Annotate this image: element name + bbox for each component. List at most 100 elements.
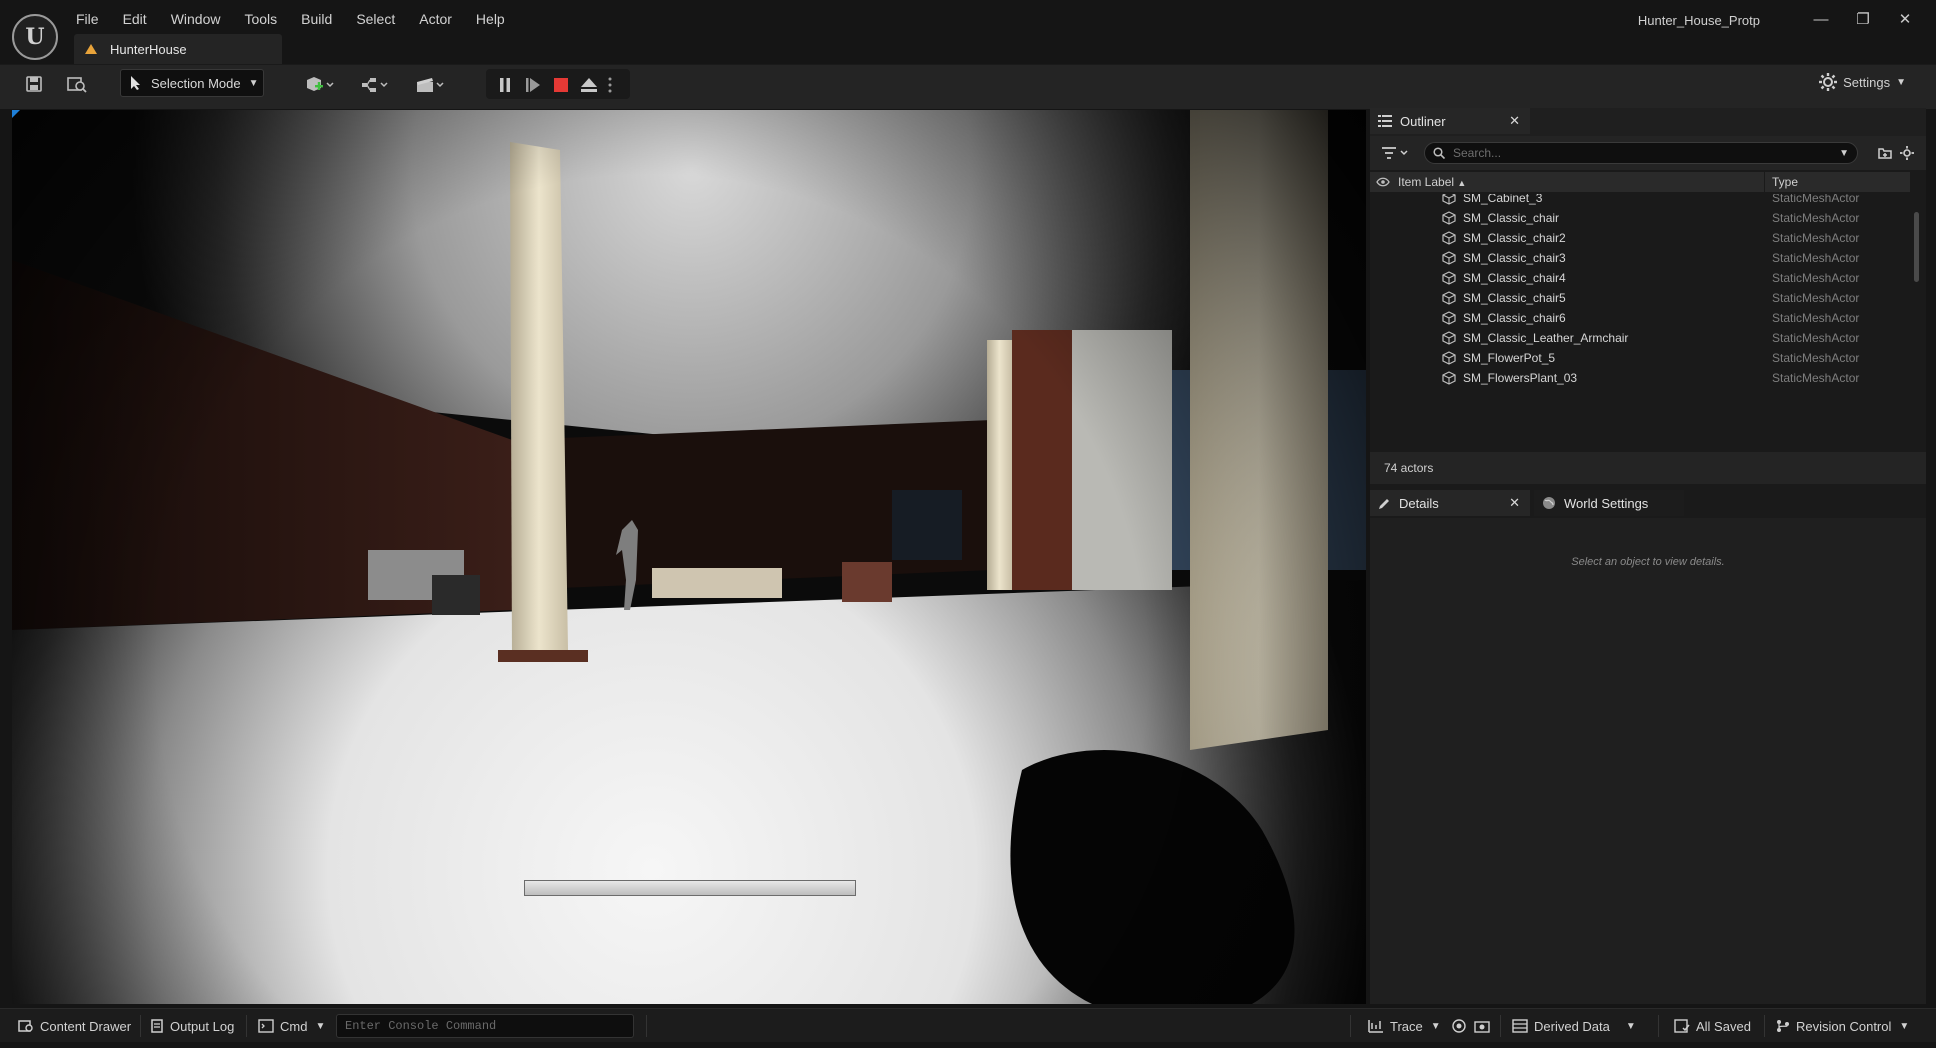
- outliner-row-name: SM_Classic_chair2: [1463, 231, 1566, 245]
- close-icon[interactable]: ✕: [1509, 113, 1520, 129]
- filter-icon[interactable]: [1382, 146, 1412, 160]
- chevron-down-icon[interactable]: ▼: [1839, 148, 1849, 159]
- outliner-row[interactable]: SM_Cabinet_3 StaticMeshActor: [1370, 194, 1910, 208]
- static-mesh-icon: [1442, 291, 1456, 305]
- unreal-logo-icon[interactable]: U: [12, 14, 58, 60]
- cinematics-icon[interactable]: [410, 73, 450, 97]
- outliner-row[interactable]: SM_Classic_chair2 StaticMeshActor: [1370, 228, 1910, 248]
- cursor-icon: [131, 76, 140, 90]
- details-tab-label: Details: [1399, 495, 1439, 511]
- right-panel: Outliner ✕ ▼ Item Label ▲ Type SM_Cabine…: [1370, 108, 1926, 1004]
- outliner-row-name: SM_FlowersPlant_03: [1463, 371, 1578, 385]
- eject-icon[interactable]: [576, 73, 602, 97]
- browse-content-icon[interactable]: [64, 72, 90, 96]
- outliner-row[interactable]: SM_FlowerPot_5 StaticMeshActor: [1370, 348, 1910, 368]
- static-mesh-icon: [1442, 311, 1456, 325]
- window-title: Hunter_House_Protp: [1637, 13, 1760, 28]
- menu-tools[interactable]: Tools: [232, 8, 289, 30]
- close-icon[interactable]: ✕: [1888, 6, 1922, 32]
- menu-edit[interactable]: Edit: [111, 8, 159, 30]
- outliner-status: 74 actors: [1370, 452, 1926, 484]
- chevron-down-icon: ▼: [1625, 1020, 1636, 1032]
- level-tab[interactable]: HunterHouse: [74, 34, 282, 64]
- outliner-row-name: SM_Classic_chair5: [1463, 291, 1566, 305]
- frame-skip-icon[interactable]: [520, 73, 546, 97]
- column-item-label[interactable]: Item Label ▲: [1398, 175, 1466, 189]
- add-folder-icon[interactable]: [1878, 146, 1892, 160]
- outliner-row[interactable]: SM_Classic_chair4 StaticMeshActor: [1370, 268, 1910, 288]
- settings-label: Settings: [1843, 74, 1891, 90]
- outliner-row[interactable]: SM_Modern_Sofa_2StaticMeshActor: [1370, 388, 1910, 390]
- console-command-box[interactable]: [336, 1014, 634, 1038]
- outliner-row-type: StaticMeshActor: [1772, 331, 1860, 345]
- outliner-row-type: StaticMeshActor: [1772, 231, 1860, 245]
- menu-window[interactable]: Window: [159, 8, 233, 30]
- outliner-row[interactable]: SM_FlowersPlant_03 StaticMeshActor: [1370, 368, 1910, 388]
- stop-icon[interactable]: [548, 73, 574, 97]
- tab-world-settings[interactable]: World Settings: [1534, 490, 1684, 516]
- record-icon[interactable]: [1452, 1016, 1472, 1036]
- add-actor-icon[interactable]: [300, 73, 340, 97]
- output-log-button[interactable]: Output Log: [150, 1016, 234, 1036]
- sort-ascending-icon: ▲: [1457, 178, 1467, 188]
- console-command-input[interactable]: [337, 1015, 633, 1037]
- outliner-row-name: SM_Classic_chair6: [1463, 311, 1566, 325]
- tab-details[interactable]: Details ✕: [1370, 490, 1530, 516]
- content-drawer-button[interactable]: Content Drawer: [18, 1016, 131, 1036]
- pencil-icon: [1379, 498, 1389, 509]
- static-mesh-icon: [1442, 271, 1456, 285]
- visibility-eye-icon[interactable]: [1376, 177, 1390, 187]
- settings-button[interactable]: Settings ▼: [1819, 73, 1906, 91]
- cmd-dropdown[interactable]: Cmd ▼: [258, 1016, 325, 1036]
- static-mesh-icon: [1442, 251, 1456, 265]
- outliner-tab-label: Outliner: [1400, 113, 1446, 129]
- pause-icon[interactable]: [492, 73, 518, 97]
- static-mesh-icon: [1442, 194, 1456, 205]
- globe-icon: [1543, 497, 1555, 509]
- menu-build[interactable]: Build: [289, 8, 344, 30]
- screenshot-icon[interactable]: [1474, 1016, 1496, 1036]
- actor-count: 74 actors: [1384, 461, 1434, 475]
- chevron-down-icon: ▼: [1430, 1020, 1441, 1032]
- outliner-row[interactable]: SM_Classic_chair6 StaticMeshActor: [1370, 308, 1910, 328]
- outliner-row[interactable]: SM_Classic_Leather_Armchair StaticMeshAct…: [1370, 328, 1910, 348]
- derived-data-dropdown[interactable]: Derived Data ▼: [1512, 1016, 1636, 1036]
- outliner-rows: SM_Cabinet_3 StaticMeshActor SM_Classic_ch…: [1370, 194, 1910, 390]
- column-type[interactable]: Type: [1772, 175, 1798, 189]
- details-body: Select an object to view details.: [1370, 518, 1926, 1004]
- outliner-row[interactable]: SM_Classic_chair5 StaticMeshActor: [1370, 288, 1910, 308]
- restore-icon[interactable]: ❐: [1846, 6, 1880, 32]
- menu-select[interactable]: Select: [344, 8, 407, 30]
- selection-mode-dropdown[interactable]: Selection Mode ▼: [120, 69, 264, 97]
- menu-actor[interactable]: Actor: [407, 8, 464, 30]
- level-tab-label: HunterHouse: [110, 41, 187, 57]
- gear-icon[interactable]: [1900, 146, 1914, 160]
- outliner-search-box[interactable]: ▼: [1424, 142, 1858, 164]
- scrollbar-thumb[interactable]: [1914, 212, 1919, 282]
- outliner-scrollbar[interactable]: [1912, 192, 1920, 388]
- trace-dropdown[interactable]: Trace ▼: [1368, 1016, 1441, 1036]
- outliner-row[interactable]: SM_Classic_chair3 StaticMeshActor: [1370, 248, 1910, 268]
- content-drawer-icon: [18, 1020, 33, 1032]
- outliner-row-name: SM_FlowerPot_5: [1463, 351, 1556, 365]
- play-options-icon[interactable]: [604, 73, 616, 97]
- level-viewport[interactable]: [12, 110, 1366, 1004]
- status-bar: Content Drawer Output Log Cmd ▼ Trace ▼ …: [0, 1008, 1936, 1042]
- outliner-row[interactable]: SM_Classic_chair StaticMeshActor: [1370, 208, 1910, 228]
- close-icon[interactable]: ✕: [1509, 495, 1520, 511]
- search-input[interactable]: [1453, 146, 1833, 160]
- save-status-icon: [1674, 1019, 1690, 1033]
- outliner-row-type: StaticMeshActor: [1772, 194, 1860, 205]
- revision-control-label: Revision Control: [1796, 1018, 1892, 1034]
- blueprints-icon[interactable]: [356, 73, 396, 97]
- menu-file[interactable]: File: [64, 8, 111, 30]
- static-mesh-icon: [1442, 351, 1456, 365]
- all-saved-button[interactable]: All Saved: [1674, 1016, 1751, 1036]
- tab-outliner[interactable]: Outliner ✕: [1370, 108, 1530, 134]
- derived-data-icon: [1512, 1019, 1528, 1033]
- revision-control-dropdown[interactable]: Revision Control ▼: [1776, 1016, 1909, 1036]
- save-icon[interactable]: [21, 72, 47, 96]
- menu-help[interactable]: Help: [464, 8, 517, 30]
- minimize-icon[interactable]: —: [1804, 6, 1838, 32]
- world-settings-label: World Settings: [1564, 495, 1649, 511]
